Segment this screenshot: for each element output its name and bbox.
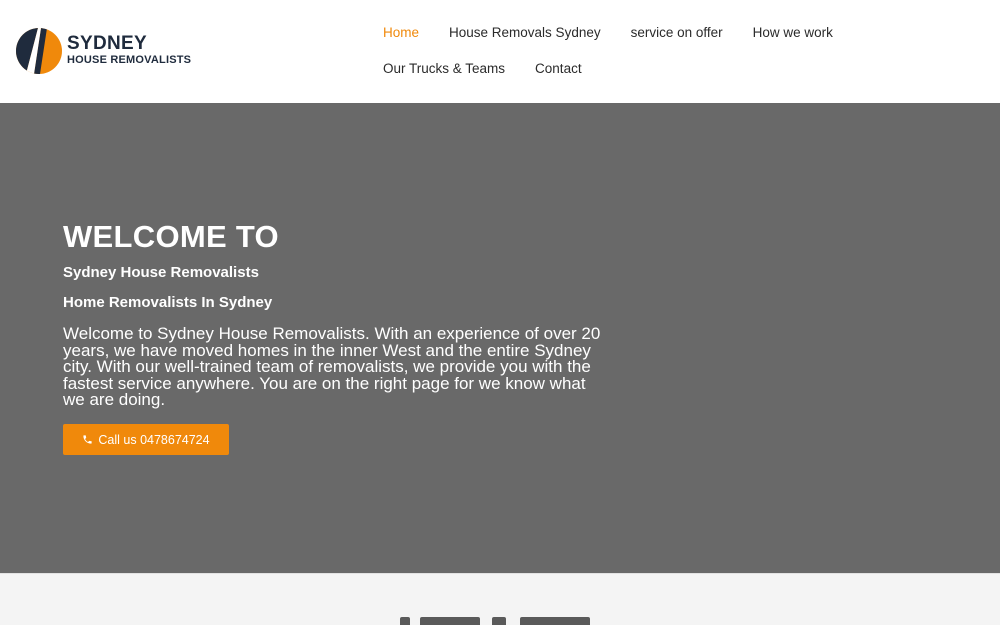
phone-icon bbox=[83, 435, 93, 444]
main-nav: Home House Removals Sydney service on of… bbox=[368, 14, 888, 86]
nav-item-how-we-work[interactable]: How we work bbox=[738, 25, 848, 40]
hero-title: WELCOME TO bbox=[63, 219, 279, 254]
site-header: SYDNEY HOUSE REMOVALISTS Home House Remo… bbox=[0, 0, 1000, 103]
call-us-button[interactable]: Call us 0478674724 bbox=[63, 424, 229, 455]
logo-subtitle: HOUSE REMOVALISTS bbox=[67, 54, 192, 66]
next-section bbox=[0, 573, 1000, 625]
call-us-label: Call us 0478674724 bbox=[98, 432, 210, 447]
hero-section: WELCOME TO Sydney House Removalists Home… bbox=[0, 103, 1000, 573]
nav-item-our-trucks-teams[interactable]: Our Trucks & Teams bbox=[368, 61, 520, 76]
nav-item-service-on-offer[interactable]: service on offer bbox=[616, 25, 738, 40]
logo-title: SYDNEY bbox=[67, 33, 147, 54]
hero-subtitle: Sydney House Removalists bbox=[63, 264, 259, 281]
nav-item-house-removals-sydney[interactable]: House Removals Sydney bbox=[434, 25, 616, 40]
hero-tagline: Home Removalists In Sydney bbox=[63, 294, 273, 311]
section-heading-partial bbox=[380, 617, 620, 625]
logo-icon bbox=[16, 28, 62, 74]
site-logo[interactable]: SYDNEY HOUSE REMOVALISTS bbox=[16, 28, 191, 74]
hero-description: Welcome to Sydney House Removalists. Wit… bbox=[63, 324, 601, 409]
nav-item-home[interactable]: Home bbox=[368, 25, 434, 40]
nav-item-contact[interactable]: Contact bbox=[520, 61, 597, 76]
